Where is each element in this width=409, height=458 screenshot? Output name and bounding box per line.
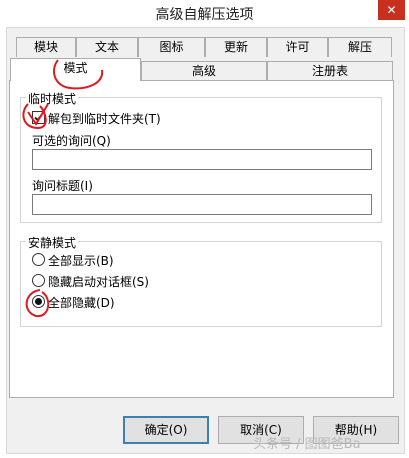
radio-hide-start-dialog-label: 隐藏启动对话框(S): [48, 275, 149, 289]
tab-license[interactable]: 许可: [267, 37, 328, 57]
title-bar[interactable]: 高级自解压选项 ✕: [0, 0, 409, 26]
dialog-window: 高级自解压选项 ✕ 模块 文本 图标 更新 许可 解压 模式 高级 注册表 临时…: [0, 0, 409, 458]
tab-label: 许可: [285, 40, 310, 54]
radio-hide-all[interactable]: [32, 295, 45, 308]
silent-mode-title: 安静模式: [26, 234, 79, 251]
optional-query-label: 可选的询问(Q): [32, 134, 111, 148]
ok-button[interactable]: 确定(O): [123, 416, 209, 444]
radio-hide-all-label: 全部隐藏(D): [48, 296, 115, 310]
radio-hide-start-dialog[interactable]: [32, 274, 45, 287]
temp-mode-title: 临时模式: [26, 90, 79, 107]
tab-label: 注册表: [311, 64, 348, 78]
radio-show-all-label: 全部显示(B): [48, 254, 114, 268]
radio-show-all[interactable]: [32, 253, 45, 266]
tab-extract[interactable]: 解压: [328, 37, 392, 57]
tab-update[interactable]: 更新: [205, 37, 267, 57]
unpack-to-temp-checkbox[interactable]: [32, 111, 45, 124]
tab-modules[interactable]: 模块: [16, 37, 76, 57]
tab-label: 图标: [159, 40, 184, 54]
query-title-input[interactable]: [32, 194, 372, 215]
unpack-to-temp-label: 解包到临时文件夹(T): [48, 112, 161, 126]
tab-text[interactable]: 文本: [76, 37, 138, 57]
tab-icon[interactable]: 图标: [138, 37, 205, 57]
tab-mode[interactable]: 模式: [10, 58, 141, 81]
tab-advanced[interactable]: 高级: [141, 61, 267, 80]
optional-query-input[interactable]: [32, 149, 372, 170]
tab-label: 更新: [223, 40, 248, 54]
tab-registry[interactable]: 注册表: [267, 61, 393, 80]
query-title-label: 询问标题(I): [32, 179, 93, 193]
tab-label: 模块: [33, 40, 58, 54]
tab-panel-mode: 临时模式 解包到临时文件夹(T) 可选的询问(Q) 询问标题(I) 安静模式 全…: [9, 80, 394, 398]
window-title: 高级自解压选项: [155, 7, 254, 23]
watermark-text: 头条号 / 图图爸Ba: [253, 437, 361, 452]
close-button[interactable]: ✕: [378, 0, 405, 20]
tab-label: 文本: [94, 40, 119, 54]
tab-label: 高级: [191, 64, 216, 78]
checkmark-icon: [34, 113, 43, 122]
tab-label: 解压: [347, 40, 372, 54]
tab-label: 模式: [63, 61, 88, 75]
